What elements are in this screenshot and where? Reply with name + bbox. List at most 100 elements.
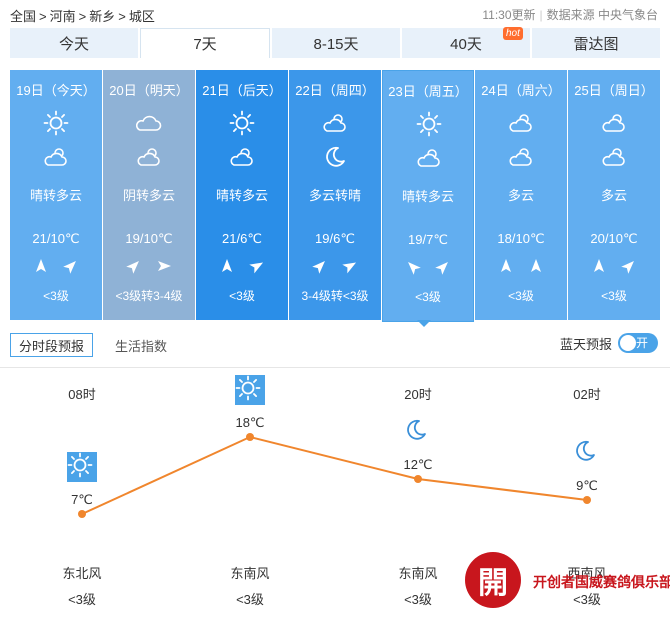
sun-icon: [43, 110, 69, 136]
temperature-range: 19/10℃: [125, 231, 173, 246]
day-title: 20日（明天）: [109, 83, 189, 98]
wind-level: <3级: [229, 289, 255, 303]
day-card[interactable]: 25日（周日） 多云 20/10℃ <3级: [568, 70, 660, 320]
tab-label: 40天: [450, 35, 482, 53]
temperature-range: 18/10℃: [497, 231, 545, 246]
blue-sky-label: 蓝天预报: [559, 336, 612, 352]
temperature-point: [414, 475, 422, 483]
hour-wind-level: <3级: [68, 592, 96, 607]
temperature-range: 19/7℃: [408, 232, 448, 247]
partly-cloudy-icon: [508, 110, 534, 136]
day-card[interactable]: 24日（周六） 多云 18/10℃ <3级: [475, 70, 567, 320]
partly-cloudy-icon: [43, 144, 69, 170]
tab-label: 今天: [58, 35, 89, 53]
tab-2[interactable]: 8-15天: [272, 28, 400, 58]
selected-day-pointer: [417, 320, 431, 327]
day-title: 23日（周五）: [388, 84, 468, 99]
partly-cloudy-icon: [136, 144, 162, 170]
temperature-range: 20/10℃: [590, 231, 638, 246]
wind-directions: [196, 258, 288, 274]
breadcrumb-item[interactable]: 全国: [10, 9, 36, 24]
breadcrumb-separator: >: [118, 9, 126, 24]
wind-directions: [289, 258, 381, 274]
wind-level: <3级: [415, 290, 441, 304]
sun-icon: [67, 452, 97, 482]
day-title: 22日（周四）: [295, 83, 375, 98]
hour-label: 08时: [68, 387, 96, 402]
wind-directions: [10, 258, 102, 274]
day-title: 19日（今天）: [16, 83, 96, 98]
hour-wind-direction: 东南风: [230, 566, 270, 581]
wind-level: <3级转3-4级: [115, 289, 183, 303]
partly-cloudy-icon: [508, 144, 534, 170]
weather-desc: 晴转多云: [401, 189, 454, 204]
breadcrumb-item[interactable]: 新乡: [89, 9, 115, 24]
temperature-range: 21/10℃: [32, 231, 80, 246]
day-card[interactable]: 23日（周五） 晴转多云 19/7℃ <3级: [382, 70, 474, 322]
watermark: 開 开创者国威赛鸽俱乐部: [465, 548, 670, 608]
wind-direction-icon: [158, 261, 171, 271]
partly-cloudy-icon: [416, 145, 442, 171]
cloudy-icon: [136, 110, 162, 136]
tab-3[interactable]: 40天 hot: [402, 27, 530, 58]
wind-direction-icon: [621, 261, 634, 274]
sun-icon: [416, 111, 442, 137]
wind-direction-icon: [312, 261, 325, 274]
daily-forecast: 19日（今天） 晴转多云 21/10℃ <3级 20日（明天） 阴转多云 19/10℃ <3级…: [10, 70, 660, 322]
wind-level: 3-4级转<3级: [301, 289, 369, 303]
wind-direction-icon: [501, 259, 511, 272]
day-card[interactable]: 20日（明天） 阴转多云 19/10℃ <3级转3-4级: [103, 70, 195, 320]
temperature-range: 19/6℃: [315, 231, 355, 246]
day-title: 24日（周六）: [481, 83, 561, 98]
day-title: 21日（后天）: [202, 83, 282, 98]
subtab-0[interactable]: 分时段预报: [10, 333, 94, 357]
blue-sky-toggle[interactable]: 开: [618, 333, 658, 353]
wind-direction-icon: [126, 261, 139, 274]
weather-desc: 晴转多云: [29, 188, 82, 203]
watermark-seal-logo: 開: [465, 552, 521, 608]
day-card[interactable]: 21日（后天） 晴转多云 21/6℃ <3级: [196, 70, 288, 320]
hour-label: 02时: [573, 387, 601, 402]
weather-desc: 阴转多云: [122, 188, 175, 203]
day-title: 25日（周日）: [574, 83, 654, 98]
wind-directions: [383, 259, 473, 275]
tab-label: 7天: [193, 36, 217, 53]
partly-cloudy-icon: [601, 110, 627, 136]
tab-4[interactable]: 雷达图: [532, 28, 660, 58]
subtab-1[interactable]: 生活指数: [107, 333, 175, 357]
weather-desc: 晴转多云: [215, 188, 268, 203]
wind-level: <3级: [43, 289, 69, 303]
breadcrumb-item[interactable]: 城区: [129, 9, 155, 24]
wind-directions: [103, 258, 195, 274]
breadcrumb-separator: >: [39, 9, 47, 24]
hour-label: 20时: [404, 387, 432, 402]
weather-desc: 多云: [507, 188, 534, 203]
hour-temp: 18℃: [235, 415, 265, 430]
partly-cloudy-icon: [601, 144, 627, 170]
tab-1[interactable]: 7天: [140, 28, 270, 58]
watermark-text: 开创者国威赛鸽俱乐部: [533, 574, 670, 590]
update-meta: 11:30更新 | 数据来源 中央气象台: [482, 8, 658, 22]
sun-icon: [235, 375, 265, 405]
wind-directions: [568, 258, 660, 274]
moon-icon: [572, 438, 602, 468]
temperature-point: [78, 510, 86, 518]
day-card[interactable]: 19日（今天） 晴转多云 21/10℃ <3级: [10, 70, 102, 320]
breadcrumb-item[interactable]: 河南: [50, 9, 76, 24]
top-bar: 全国 > 河南 > 新乡 > 城区 11:30更新 | 数据来源 中央气象台: [0, 0, 670, 27]
wind-directions: [475, 258, 567, 274]
toggle-label: 开: [636, 336, 649, 350]
tab-0[interactable]: 今天: [10, 28, 138, 58]
wind-direction-icon: [63, 261, 76, 274]
wind-level: <3级: [508, 289, 534, 303]
forecast-tabs: 今天 7天 8-15天 40天 hot 雷达图: [10, 27, 660, 58]
wind-direction-icon: [36, 259, 46, 272]
wind-direction-icon: [594, 259, 604, 272]
blue-sky-forecast: 蓝天预报 开: [560, 333, 658, 353]
weather-desc: 多云转晴: [308, 188, 361, 203]
partly-cloudy-icon: [322, 110, 348, 136]
data-source: 数据来源 中央气象台: [546, 8, 658, 22]
wind-direction-icon: [531, 259, 541, 272]
day-card[interactable]: 22日（周四） 多云转晴 19/6℃ 3-4级转<3级: [289, 70, 381, 320]
sun-icon: [229, 110, 255, 136]
